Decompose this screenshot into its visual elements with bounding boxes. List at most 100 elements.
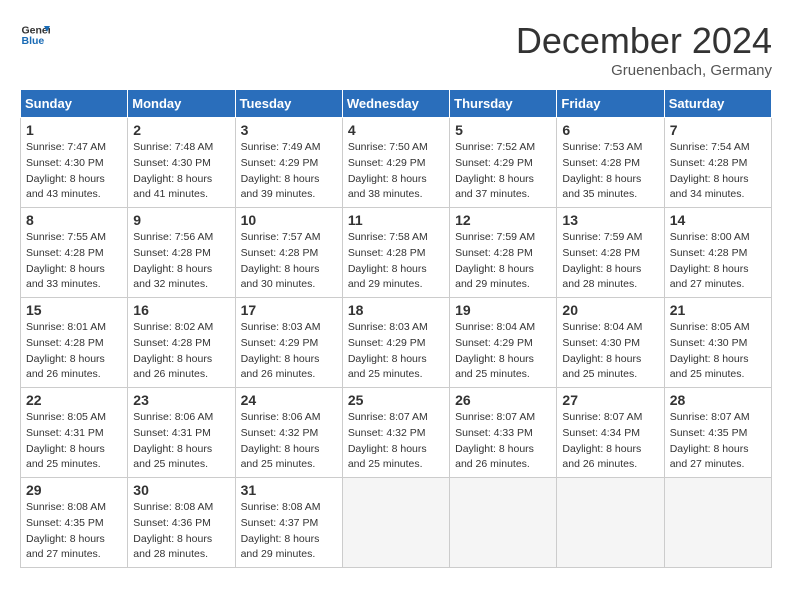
day-number: 15 [26, 302, 122, 318]
col-sunday: Sunday [21, 90, 128, 118]
day-number: 29 [26, 482, 122, 498]
day-info: Sunrise: 8:07 AM Sunset: 4:32 PM Dayligh… [348, 410, 444, 473]
day-cell: 2 Sunrise: 7:48 AM Sunset: 4:30 PM Dayli… [128, 118, 235, 208]
day-info: Sunrise: 8:03 AM Sunset: 4:29 PM Dayligh… [348, 320, 444, 383]
day-number: 18 [348, 302, 444, 318]
col-friday: Friday [557, 90, 664, 118]
day-cell: 18 Sunrise: 8:03 AM Sunset: 4:29 PM Dayl… [342, 298, 449, 388]
day-cell: 16 Sunrise: 8:02 AM Sunset: 4:28 PM Dayl… [128, 298, 235, 388]
day-info: Sunrise: 7:56 AM Sunset: 4:28 PM Dayligh… [133, 230, 229, 293]
calendar-week-row: 22 Sunrise: 8:05 AM Sunset: 4:31 PM Dayl… [21, 388, 772, 478]
empty-cell [664, 478, 771, 568]
day-info: Sunrise: 7:53 AM Sunset: 4:28 PM Dayligh… [562, 140, 658, 203]
day-number: 14 [670, 212, 766, 228]
day-info: Sunrise: 8:01 AM Sunset: 4:28 PM Dayligh… [26, 320, 122, 383]
day-cell: 30 Sunrise: 8:08 AM Sunset: 4:36 PM Dayl… [128, 478, 235, 568]
calendar-header-row: Sunday Monday Tuesday Wednesday Thursday… [21, 90, 772, 118]
page-header: General Blue December 2024 Gruenenbach, … [20, 20, 772, 79]
day-info: Sunrise: 7:55 AM Sunset: 4:28 PM Dayligh… [26, 230, 122, 293]
day-cell: 12 Sunrise: 7:59 AM Sunset: 4:28 PM Dayl… [450, 208, 557, 298]
day-info: Sunrise: 8:08 AM Sunset: 4:35 PM Dayligh… [26, 500, 122, 563]
calendar-week-row: 15 Sunrise: 8:01 AM Sunset: 4:28 PM Dayl… [21, 298, 772, 388]
day-cell: 6 Sunrise: 7:53 AM Sunset: 4:28 PM Dayli… [557, 118, 664, 208]
day-number: 13 [562, 212, 658, 228]
day-cell: 29 Sunrise: 8:08 AM Sunset: 4:35 PM Dayl… [21, 478, 128, 568]
calendar-table: Sunday Monday Tuesday Wednesday Thursday… [20, 89, 772, 568]
calendar-week-row: 29 Sunrise: 8:08 AM Sunset: 4:35 PM Dayl… [21, 478, 772, 568]
day-info: Sunrise: 8:05 AM Sunset: 4:30 PM Dayligh… [670, 320, 766, 383]
day-number: 30 [133, 482, 229, 498]
day-cell: 14 Sunrise: 8:00 AM Sunset: 4:28 PM Dayl… [664, 208, 771, 298]
col-wednesday: Wednesday [342, 90, 449, 118]
day-number: 4 [348, 122, 444, 138]
day-info: Sunrise: 8:04 AM Sunset: 4:30 PM Dayligh… [562, 320, 658, 383]
day-info: Sunrise: 8:04 AM Sunset: 4:29 PM Dayligh… [455, 320, 551, 383]
day-cell: 31 Sunrise: 8:08 AM Sunset: 4:37 PM Dayl… [235, 478, 342, 568]
empty-cell [450, 478, 557, 568]
day-number: 23 [133, 392, 229, 408]
svg-text:Blue: Blue [22, 35, 45, 47]
calendar-week-row: 1 Sunrise: 7:47 AM Sunset: 4:30 PM Dayli… [21, 118, 772, 208]
day-number: 24 [241, 392, 337, 408]
day-number: 21 [670, 302, 766, 318]
day-cell: 11 Sunrise: 7:58 AM Sunset: 4:28 PM Dayl… [342, 208, 449, 298]
day-number: 9 [133, 212, 229, 228]
day-cell: 20 Sunrise: 8:04 AM Sunset: 4:30 PM Dayl… [557, 298, 664, 388]
day-info: Sunrise: 8:06 AM Sunset: 4:32 PM Dayligh… [241, 410, 337, 473]
empty-cell [342, 478, 449, 568]
day-info: Sunrise: 8:07 AM Sunset: 4:35 PM Dayligh… [670, 410, 766, 473]
day-info: Sunrise: 8:03 AM Sunset: 4:29 PM Dayligh… [241, 320, 337, 383]
day-number: 11 [348, 212, 444, 228]
day-info: Sunrise: 8:07 AM Sunset: 4:34 PM Dayligh… [562, 410, 658, 473]
logo-icon: General Blue [20, 20, 50, 50]
day-cell: 10 Sunrise: 7:57 AM Sunset: 4:28 PM Dayl… [235, 208, 342, 298]
day-info: Sunrise: 7:52 AM Sunset: 4:29 PM Dayligh… [455, 140, 551, 203]
day-number: 3 [241, 122, 337, 138]
day-number: 22 [26, 392, 122, 408]
day-info: Sunrise: 8:02 AM Sunset: 4:28 PM Dayligh… [133, 320, 229, 383]
day-cell: 27 Sunrise: 8:07 AM Sunset: 4:34 PM Dayl… [557, 388, 664, 478]
day-cell: 22 Sunrise: 8:05 AM Sunset: 4:31 PM Dayl… [21, 388, 128, 478]
day-number: 31 [241, 482, 337, 498]
day-number: 6 [562, 122, 658, 138]
day-cell: 1 Sunrise: 7:47 AM Sunset: 4:30 PM Dayli… [21, 118, 128, 208]
col-saturday: Saturday [664, 90, 771, 118]
day-number: 1 [26, 122, 122, 138]
day-cell: 15 Sunrise: 8:01 AM Sunset: 4:28 PM Dayl… [21, 298, 128, 388]
col-monday: Monday [128, 90, 235, 118]
day-cell: 3 Sunrise: 7:49 AM Sunset: 4:29 PM Dayli… [235, 118, 342, 208]
day-number: 19 [455, 302, 551, 318]
day-info: Sunrise: 8:05 AM Sunset: 4:31 PM Dayligh… [26, 410, 122, 473]
day-number: 7 [670, 122, 766, 138]
day-number: 16 [133, 302, 229, 318]
col-tuesday: Tuesday [235, 90, 342, 118]
logo: General Blue [20, 20, 50, 50]
day-info: Sunrise: 7:49 AM Sunset: 4:29 PM Dayligh… [241, 140, 337, 203]
day-info: Sunrise: 8:00 AM Sunset: 4:28 PM Dayligh… [670, 230, 766, 293]
col-thursday: Thursday [450, 90, 557, 118]
day-info: Sunrise: 8:07 AM Sunset: 4:33 PM Dayligh… [455, 410, 551, 473]
day-number: 5 [455, 122, 551, 138]
day-cell: 5 Sunrise: 7:52 AM Sunset: 4:29 PM Dayli… [450, 118, 557, 208]
day-cell: 25 Sunrise: 8:07 AM Sunset: 4:32 PM Dayl… [342, 388, 449, 478]
day-cell: 8 Sunrise: 7:55 AM Sunset: 4:28 PM Dayli… [21, 208, 128, 298]
day-cell: 26 Sunrise: 8:07 AM Sunset: 4:33 PM Dayl… [450, 388, 557, 478]
day-number: 2 [133, 122, 229, 138]
day-info: Sunrise: 8:08 AM Sunset: 4:36 PM Dayligh… [133, 500, 229, 563]
day-cell: 13 Sunrise: 7:59 AM Sunset: 4:28 PM Dayl… [557, 208, 664, 298]
day-info: Sunrise: 7:50 AM Sunset: 4:29 PM Dayligh… [348, 140, 444, 203]
day-number: 20 [562, 302, 658, 318]
day-number: 28 [670, 392, 766, 408]
day-info: Sunrise: 7:59 AM Sunset: 4:28 PM Dayligh… [455, 230, 551, 293]
day-info: Sunrise: 7:47 AM Sunset: 4:30 PM Dayligh… [26, 140, 122, 203]
day-info: Sunrise: 7:57 AM Sunset: 4:28 PM Dayligh… [241, 230, 337, 293]
day-info: Sunrise: 7:54 AM Sunset: 4:28 PM Dayligh… [670, 140, 766, 203]
day-cell: 21 Sunrise: 8:05 AM Sunset: 4:30 PM Dayl… [664, 298, 771, 388]
day-info: Sunrise: 7:58 AM Sunset: 4:28 PM Dayligh… [348, 230, 444, 293]
day-cell: 9 Sunrise: 7:56 AM Sunset: 4:28 PM Dayli… [128, 208, 235, 298]
day-cell: 23 Sunrise: 8:06 AM Sunset: 4:31 PM Dayl… [128, 388, 235, 478]
day-number: 8 [26, 212, 122, 228]
day-cell: 4 Sunrise: 7:50 AM Sunset: 4:29 PM Dayli… [342, 118, 449, 208]
day-cell: 28 Sunrise: 8:07 AM Sunset: 4:35 PM Dayl… [664, 388, 771, 478]
location: Gruenenbach, Germany [516, 62, 772, 79]
